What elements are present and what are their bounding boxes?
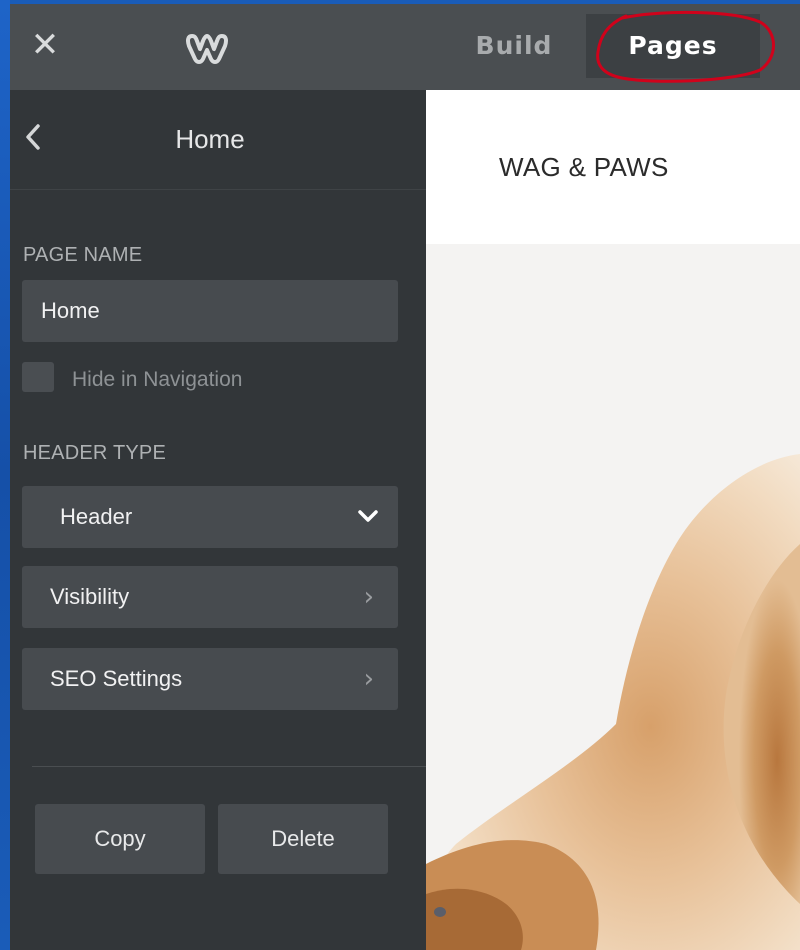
seo-settings-label: SEO Settings bbox=[50, 666, 183, 691]
hide-in-navigation-checkbox[interactable] bbox=[22, 362, 54, 392]
header-type-value: Header bbox=[60, 504, 133, 529]
page-title: Home bbox=[175, 124, 245, 154]
site-preview: WAG & PAWS bbox=[426, 90, 800, 950]
header-type-label: HEADER TYPE bbox=[23, 442, 166, 464]
editor-window: ✕ Build Pages Home PAGE NAME Hide in Nav… bbox=[10, 4, 800, 950]
puppy-photo bbox=[426, 244, 800, 950]
site-header: WAG & PAWS bbox=[426, 90, 800, 244]
page-name-label: PAGE NAME bbox=[23, 244, 143, 266]
delete-button[interactable]: Delete bbox=[218, 804, 388, 874]
divider bbox=[32, 766, 426, 767]
visibility-button[interactable]: Visibility › bbox=[22, 566, 398, 628]
desktop-background bbox=[0, 0, 10, 950]
seo-settings-button[interactable]: SEO Settings › bbox=[22, 648, 398, 710]
chevron-right-icon: › bbox=[363, 582, 374, 612]
chevron-down-icon bbox=[356, 486, 380, 548]
sidebar-header: Home bbox=[10, 90, 426, 190]
copy-button[interactable]: Copy bbox=[35, 804, 205, 874]
header-type-select[interactable]: Header bbox=[22, 486, 398, 548]
tab-pages[interactable]: Pages bbox=[586, 14, 760, 78]
weebly-logo-icon bbox=[186, 28, 236, 68]
chevron-right-icon: › bbox=[363, 664, 374, 694]
hero-image[interactable] bbox=[426, 244, 800, 950]
top-bar: ✕ Build Pages bbox=[10, 4, 800, 90]
hide-in-navigation-label: Hide in Navigation bbox=[72, 368, 243, 391]
page-settings-sidebar: Home PAGE NAME Hide in Navigation HEADER… bbox=[10, 90, 426, 950]
page-name-input[interactable] bbox=[22, 280, 398, 342]
close-icon[interactable]: ✕ bbox=[28, 28, 62, 62]
site-title[interactable]: WAG & PAWS bbox=[499, 152, 669, 183]
tab-build[interactable]: Build bbox=[458, 14, 570, 78]
visibility-label: Visibility bbox=[50, 584, 130, 609]
